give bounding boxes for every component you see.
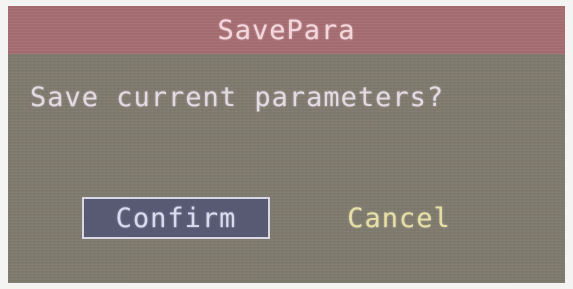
- cancel-button[interactable]: Cancel: [324, 197, 474, 239]
- dialog-message: Save current parameters?: [30, 82, 445, 113]
- save-params-dialog: SavePara Save current parameters? Confir…: [8, 6, 565, 283]
- dialog-title: SavePara: [217, 14, 356, 46]
- confirm-button[interactable]: Confirm: [82, 197, 270, 239]
- dialog-titlebar: SavePara: [8, 6, 565, 54]
- screen-frame: SavePara Save current parameters? Confir…: [0, 0, 573, 289]
